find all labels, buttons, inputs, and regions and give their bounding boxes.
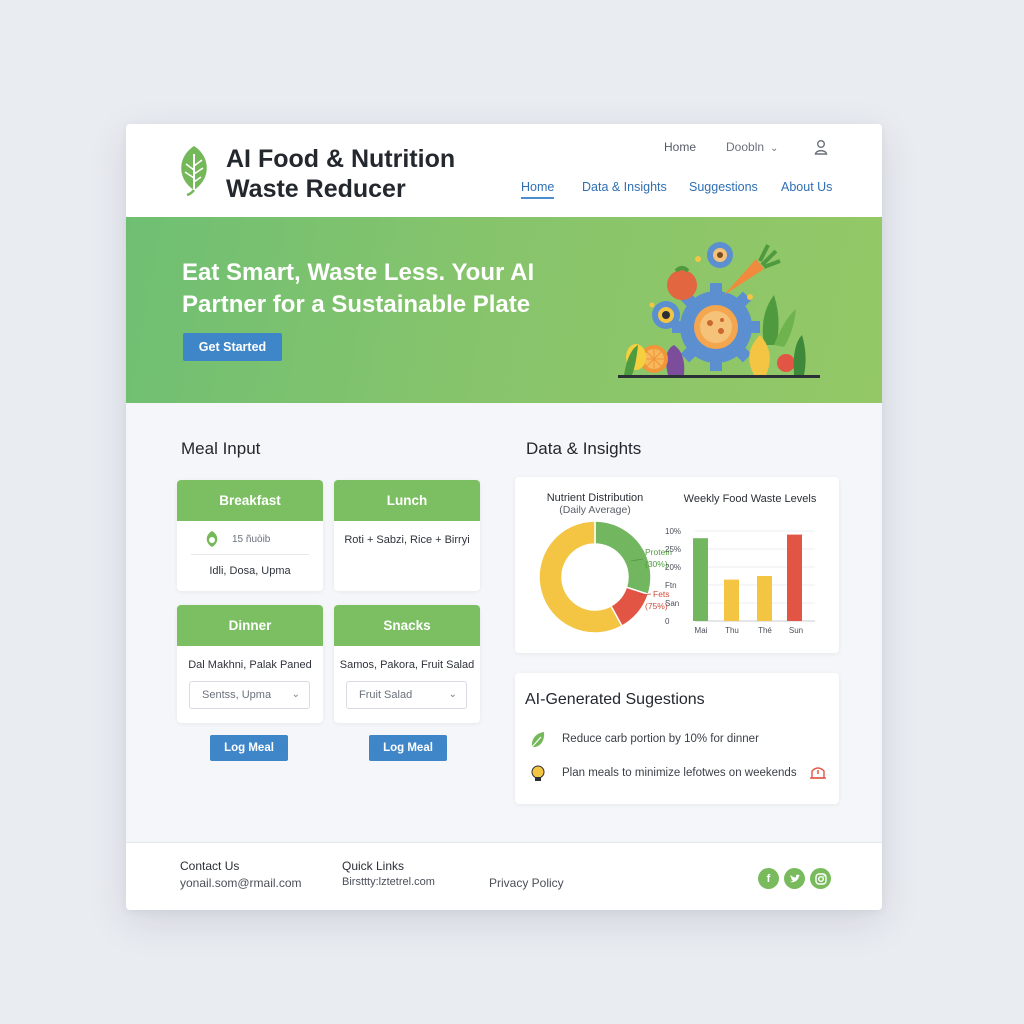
hero-line-2: Partner for a Sustainable Plate [182, 291, 531, 318]
y-tick-label: 25% [665, 545, 681, 554]
y-tick-label: 10% [665, 527, 681, 536]
x-tick-label: Sun [789, 626, 803, 635]
y-tick-label: Ftn [665, 581, 677, 590]
bar-thé [757, 576, 772, 621]
nutrient-donut-chart: Protein(30%)Fets(75%) [538, 520, 672, 634]
leaf-icon [531, 732, 545, 748]
dinner-header: Dinner [177, 605, 323, 646]
get-started-button[interactable]: Get Started [183, 333, 282, 361]
top-nav-home[interactable]: Home [664, 140, 696, 154]
dinner-items: Dal Makhni, Palak Paned [188, 659, 312, 671]
leaf-logo-icon [181, 146, 207, 196]
quick-links-url[interactable]: Birsttty:lztetrel.com [342, 876, 435, 888]
insights-panel: Nutrient Distribution (Daily Average) We… [515, 477, 839, 653]
donut-slice-protein [594, 520, 652, 596]
leaf-badge-icon [206, 531, 218, 547]
food-gears-illustration [618, 242, 820, 378]
nav-suggestions[interactable]: Suggestions [689, 180, 758, 194]
bar-sun [787, 534, 802, 621]
twitter-icon[interactable] [784, 868, 805, 889]
suggestions-title: AI-Generated Sugestions [525, 691, 705, 708]
brand-title: AI Food & Nutrition Waste Reducer [226, 144, 455, 204]
nutrient-chart-title: Nutrient Distribution [546, 492, 644, 504]
nutrient-chart-subtitle: (Daily Average) [559, 504, 631, 516]
user-icon[interactable] [814, 139, 828, 155]
dinner-card: Dinner Dal Makhni, Palak Paned Sentss, U… [177, 605, 323, 723]
nav-about-us[interactable]: About Us [781, 180, 832, 194]
chevron-down-icon: ⌄ [291, 689, 300, 700]
snacks-select[interactable]: Fruit Salad ⌄ [346, 681, 467, 709]
lunch-header: Lunch [334, 480, 480, 521]
lunch-items: Roti + Sabzi, Rice + Birryi [344, 534, 470, 546]
breakfast-items: Idli, Dosa, Upma [209, 565, 291, 577]
chevron-down-icon: ⌄ [448, 689, 457, 700]
chevron-down-icon: ⌄ [770, 143, 779, 154]
waste-chart-title: Weekly Food Waste Levels [683, 493, 817, 505]
facebook-icon[interactable]: f [758, 868, 779, 889]
header: AI Food & Nutrition Waste Reducer Home D… [126, 124, 882, 217]
breakfast-header: Breakfast [177, 480, 323, 521]
dinner-select[interactable]: Sentss, Upma ⌄ [189, 681, 310, 709]
x-tick-label: Thu [725, 626, 739, 635]
bar-mai [693, 538, 708, 621]
y-tick-label: San [665, 599, 679, 608]
brand-line-1: AI Food & Nutrition [226, 145, 456, 173]
x-tick-label: Thé [758, 626, 772, 635]
waste-bar-chart: 10% 25% 20% Ftn San 0 Mai Thu Thé Sun [665, 527, 815, 635]
alert-icon[interactable] [809, 764, 827, 780]
y-tick-label: 20% [665, 563, 681, 572]
login-label: Doobln [726, 140, 765, 154]
log-meal-button-2[interactable]: Log Meal [369, 735, 447, 761]
suggestion-text: Plan meals to minimize lefotwes on weeke… [562, 767, 797, 779]
snacks-header: Snacks [334, 605, 480, 646]
privacy-policy-link[interactable]: Privacy Policy [489, 876, 564, 890]
breakfast-badge-text: 15 ñuòib [232, 534, 271, 545]
bar-mai [724, 579, 739, 621]
quick-links-label: Quick Links [342, 859, 405, 873]
snacks-card: Snacks Samos, Pakora, Fruit Salad Fruit … [334, 605, 480, 723]
divider [191, 554, 309, 555]
log-meal-button[interactable]: Log Meal [210, 735, 288, 761]
contact-email[interactable]: yonail.som@rmail.com [180, 876, 302, 890]
app-window: AI Food & Nutrition Waste Reducer Home D… [126, 124, 882, 910]
snacks-items: Samos, Pakora, Fruit Salad [339, 659, 475, 671]
instagram-icon[interactable] [810, 868, 831, 889]
hero-line-1: Eat Smart, Waste Less. Your AI [182, 259, 535, 286]
suggestions-panel: AI-Generated Sugestions Reduce carb port… [515, 673, 839, 804]
breakfast-card: Breakfast 15 ñuòib Idli, Dosa, Upma [177, 480, 323, 591]
suggestion-text: Reduce carb portion by 10% for dinner [562, 733, 759, 745]
snacks-select-value: Fruit Salad [359, 689, 413, 701]
contact-label: Contact Us [180, 859, 240, 873]
x-tick-label: Mai [695, 626, 708, 635]
dinner-select-value: Sentss, Upma [202, 689, 272, 701]
lightbulb-icon [531, 765, 545, 781]
hero-headline: Eat Smart, Waste Less. Your AI Partner f… [182, 257, 582, 321]
meal-input-title: Meal Input [181, 439, 261, 458]
y-tick-label: 0 [665, 617, 670, 626]
brand-line-2: Waste Reducer [226, 175, 406, 203]
footer: Contact Us yonail.som@rmail.com Quick Li… [126, 842, 882, 910]
nav-home[interactable]: Home [521, 180, 555, 199]
hero-banner: Eat Smart, Waste Less. Your AI Partner f… [126, 217, 882, 403]
login-dropdown[interactable]: Doobln ⌄ [726, 140, 778, 154]
lunch-card: Lunch Roti + Sabzi, Rice + Birryi [334, 480, 480, 591]
data-insights-title: Data & Insights [526, 439, 642, 458]
nav-data-insights[interactable]: Data & Insights [582, 180, 667, 194]
